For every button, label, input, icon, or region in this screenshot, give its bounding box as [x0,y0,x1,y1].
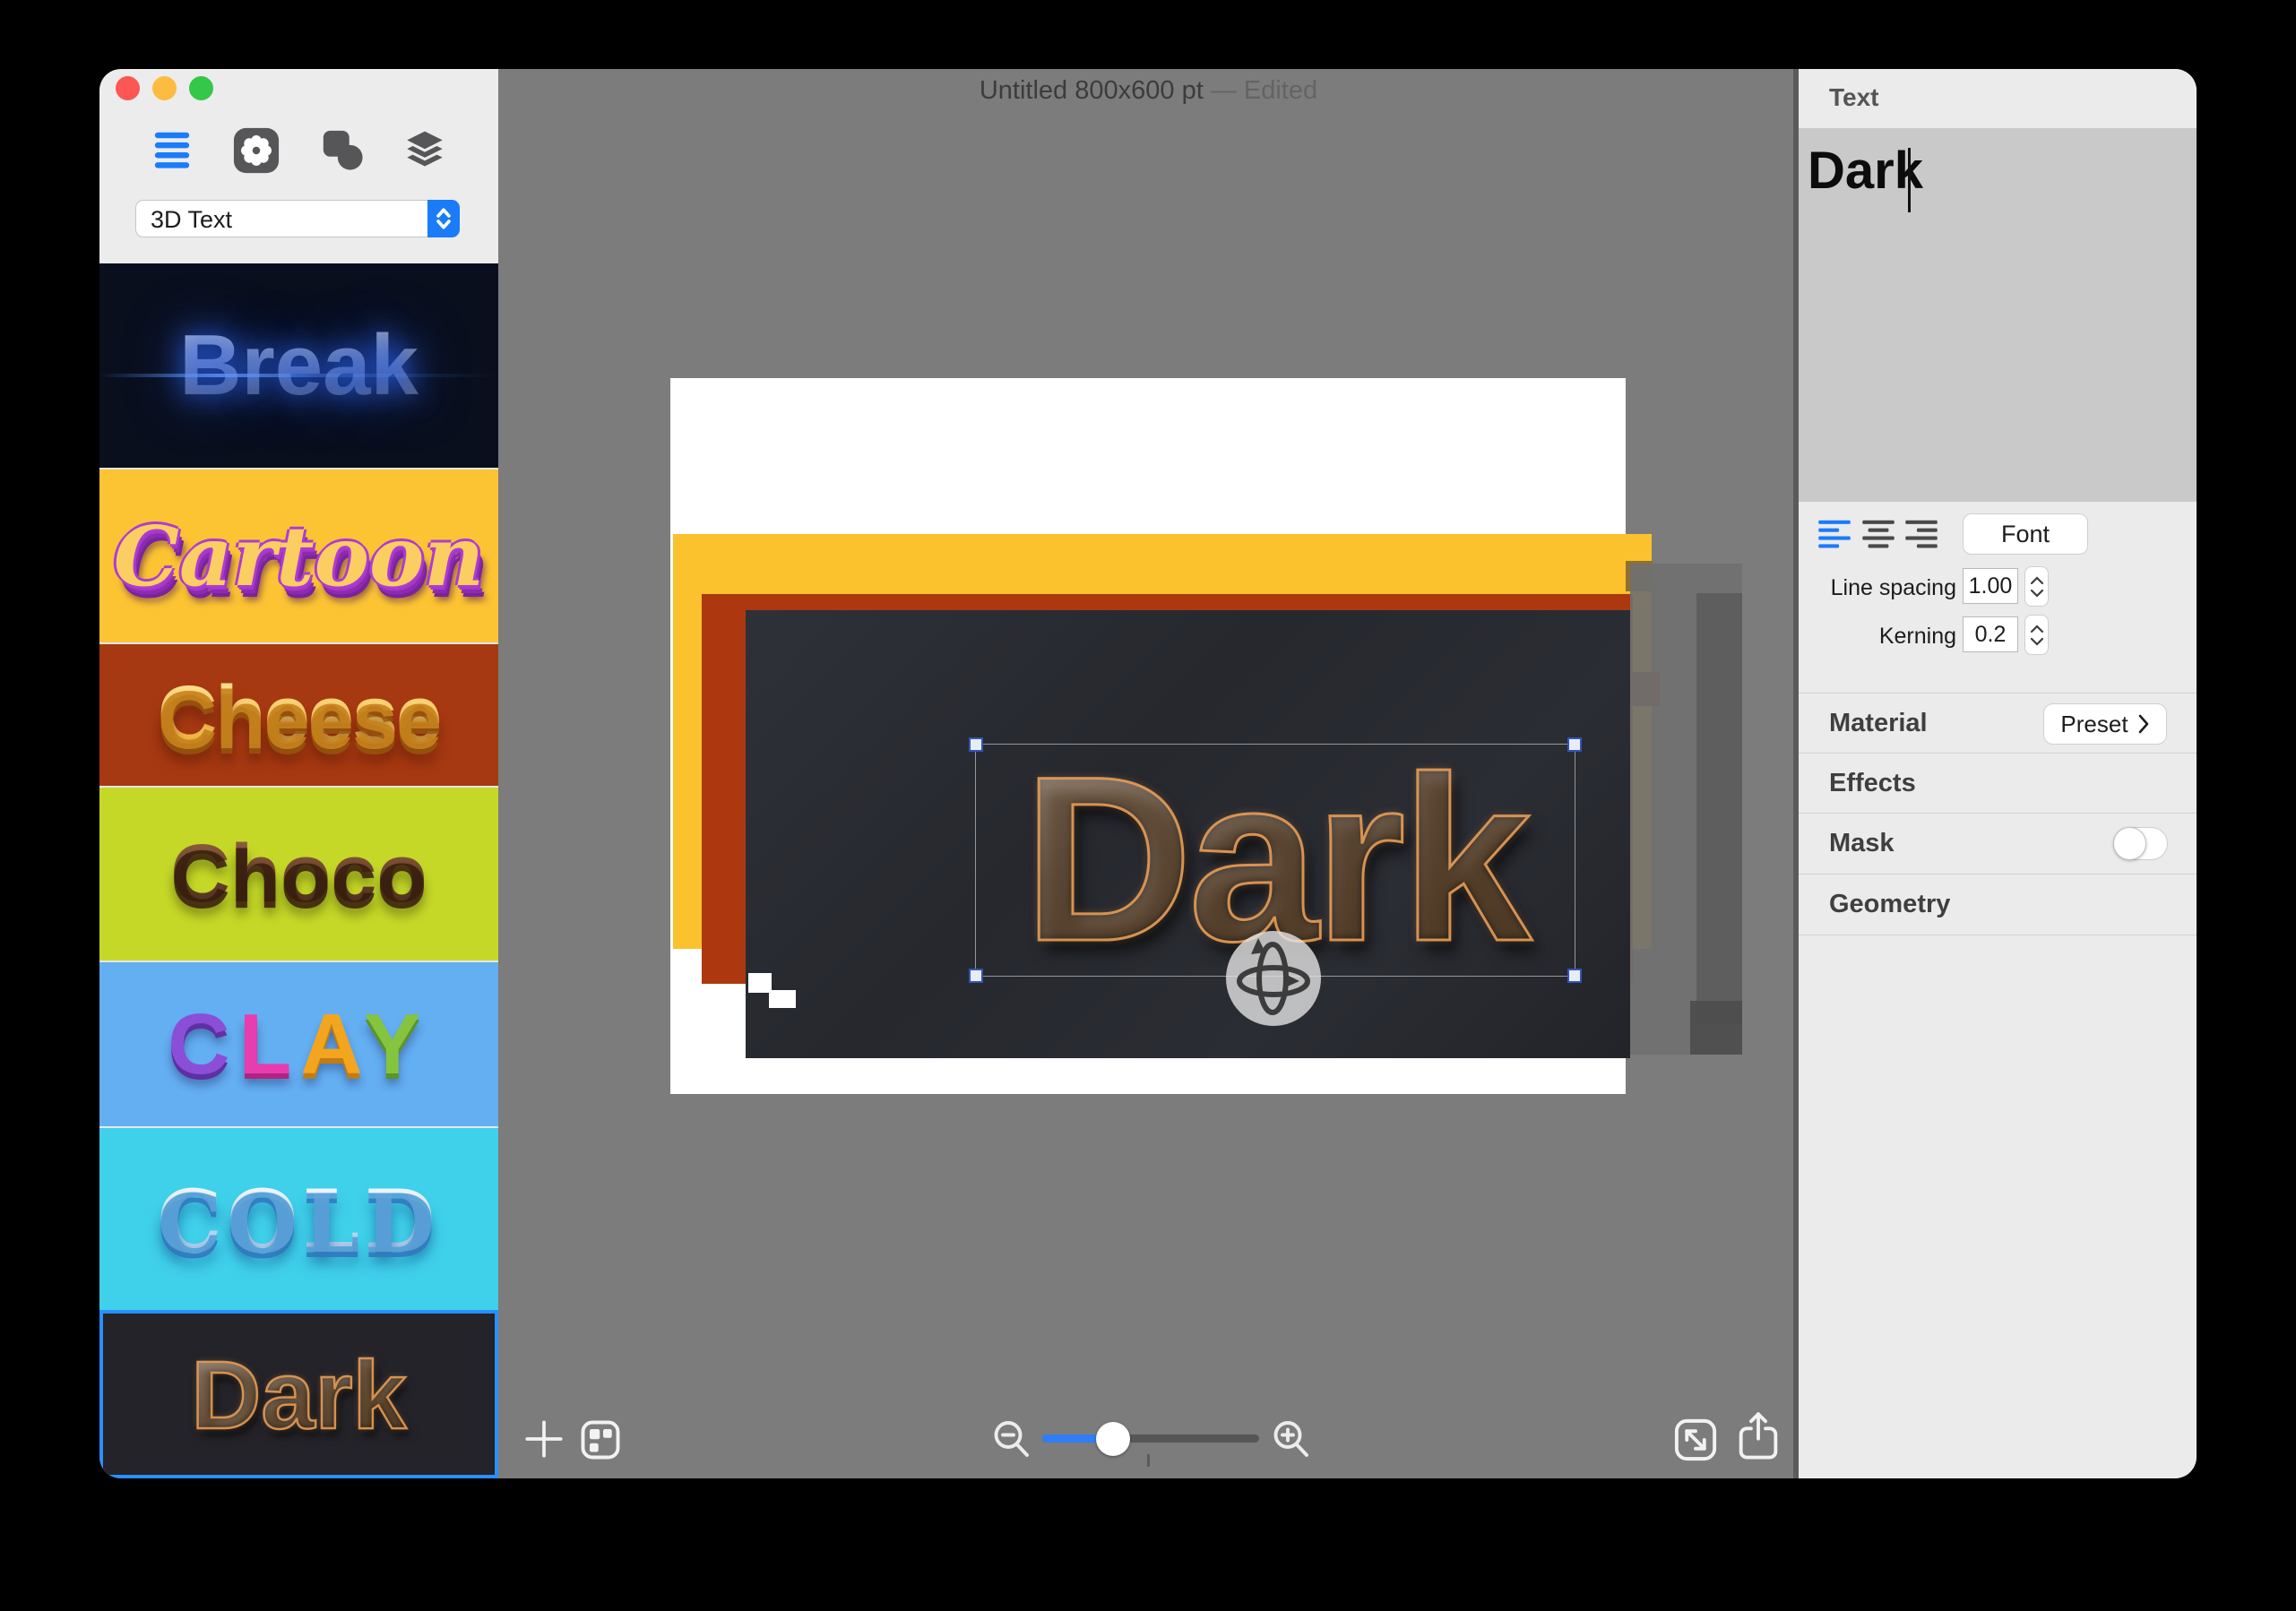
resize-icon[interactable] [1672,1417,1719,1468]
zoom-slider-thumb[interactable] [1096,1422,1130,1456]
preset-item-clay[interactable]: CLAY [99,961,498,1126]
list-icon[interactable] [151,126,193,174]
screenshot-root: 3D Text Break Cartoon Cheese [0,0,2296,1611]
preset-label: CLAY [168,995,430,1094]
preset-item-cheese[interactable]: Cheese [99,642,498,786]
line-spacing-input[interactable]: 1.00 [1963,568,2018,604]
zoom-window-button[interactable] [189,76,213,100]
close-button[interactable] [116,76,140,100]
selection-handle-bottom-left[interactable] [969,969,983,983]
preset-item-cartoon[interactable]: Cartoon [99,468,498,642]
selection-handle-top-right[interactable] [1567,737,1582,752]
zoom-out-icon[interactable] [989,1417,1032,1465]
preset-label: Cheese [158,668,440,762]
preset-item-cold[interactable]: COLD [99,1126,498,1310]
font-button[interactable]: Font [1963,513,2088,555]
layers-icon[interactable] [401,126,449,179]
selection-handle-bottom-right[interactable] [1567,969,1582,983]
material-preset-button[interactable]: Preset [2043,703,2167,745]
shapes-icon[interactable] [318,126,367,179]
kerning-input[interactable]: 0.2 [1963,616,2018,652]
panel-selector-value: 3D Text [151,206,232,234]
canvas-area[interactable]: Untitled 800x600 pt — Edited Dark [498,69,1799,1478]
preset-label: Dark [191,1339,406,1451]
rotate-3d-icon[interactable] [1226,931,1321,1026]
inspector-title: Text [1829,83,1879,112]
text-content-field[interactable]: Dark [1799,128,2197,502]
dropdown-stepper-icon[interactable] [427,200,460,237]
preset-label: Cartoon [114,508,484,605]
inspector-panel: Text Dark [1799,69,2197,1478]
mask-toggle-knob [2113,827,2146,860]
preset-list: Break Cartoon Cheese Choco CLAY COLD [99,263,498,1478]
app-window: 3D Text Break Cartoon Cheese [99,69,2197,1478]
sidebar: 3D Text Break Cartoon Cheese [99,69,498,1478]
section-material[interactable]: Material Preset [1799,693,2197,753]
collage-icon[interactable] [579,1418,622,1466]
line-spacing-stepper[interactable] [2024,566,2049,607]
line-spacing-row: Line spacing 1.00 [1799,568,2197,607]
kerning-label: Kerning [1879,624,1956,650]
text-caret [1908,148,1911,212]
section-mask[interactable]: Mask [1799,813,2197,873]
align-center-icon[interactable] [1861,519,1895,549]
minimize-button[interactable] [152,76,177,100]
effects-label: Effects [1829,769,1916,798]
section-geometry[interactable]: Geometry [1799,874,2197,934]
add-icon[interactable] [523,1418,565,1464]
zoom-slider-detent [1147,1454,1150,1467]
preset-item-break[interactable]: Break [99,263,498,468]
preset-label: Break [179,316,419,415]
chevron-right-icon [2137,714,2150,734]
panel-selector-dropdown[interactable]: 3D Text [135,200,460,237]
document-title: Untitled 800x600 pt [980,76,1204,105]
window-title: Untitled 800x600 pt — Edited [498,76,1799,106]
gear-icon[interactable] [232,126,281,179]
document-edited-badge: — Edited [1211,76,1317,105]
mask-label: Mask [1829,829,1895,858]
text-content-value: Dark [1808,141,1923,201]
kerning-stepper[interactable] [2024,615,2049,655]
light-streak [99,374,498,377]
selection-handle-top-left[interactable] [969,737,983,752]
share-icon[interactable] [1735,1411,1782,1468]
align-left-icon[interactable] [1817,519,1851,549]
section-effects[interactable]: Effects [1799,753,2197,813]
page-corner-step [769,990,796,1008]
mask-toggle[interactable] [2113,827,2168,860]
layer-stack-shadow [1696,593,1742,1023]
preset-item-dark-selected[interactable]: Dark [99,1310,498,1478]
preset-label: Choco [170,827,427,921]
sidebar-toolbar [99,123,498,182]
preset-label: COLD [158,1172,440,1267]
align-right-icon[interactable] [1904,519,1938,549]
inspector-header: Text [1799,69,2197,128]
zoom-slider[interactable] [1042,1434,1259,1443]
material-label: Material [1829,709,1928,738]
kerning-row: Kerning 0.2 [1799,616,2197,656]
geometry-label: Geometry [1829,890,1950,919]
line-spacing-label: Line spacing [1831,575,1956,601]
material-preset-label: Preset [2060,711,2128,738]
preset-item-choco[interactable]: Choco [99,786,498,961]
zoom-in-icon[interactable] [1269,1417,1312,1465]
layer-stack-shadow [1690,1001,1742,1055]
